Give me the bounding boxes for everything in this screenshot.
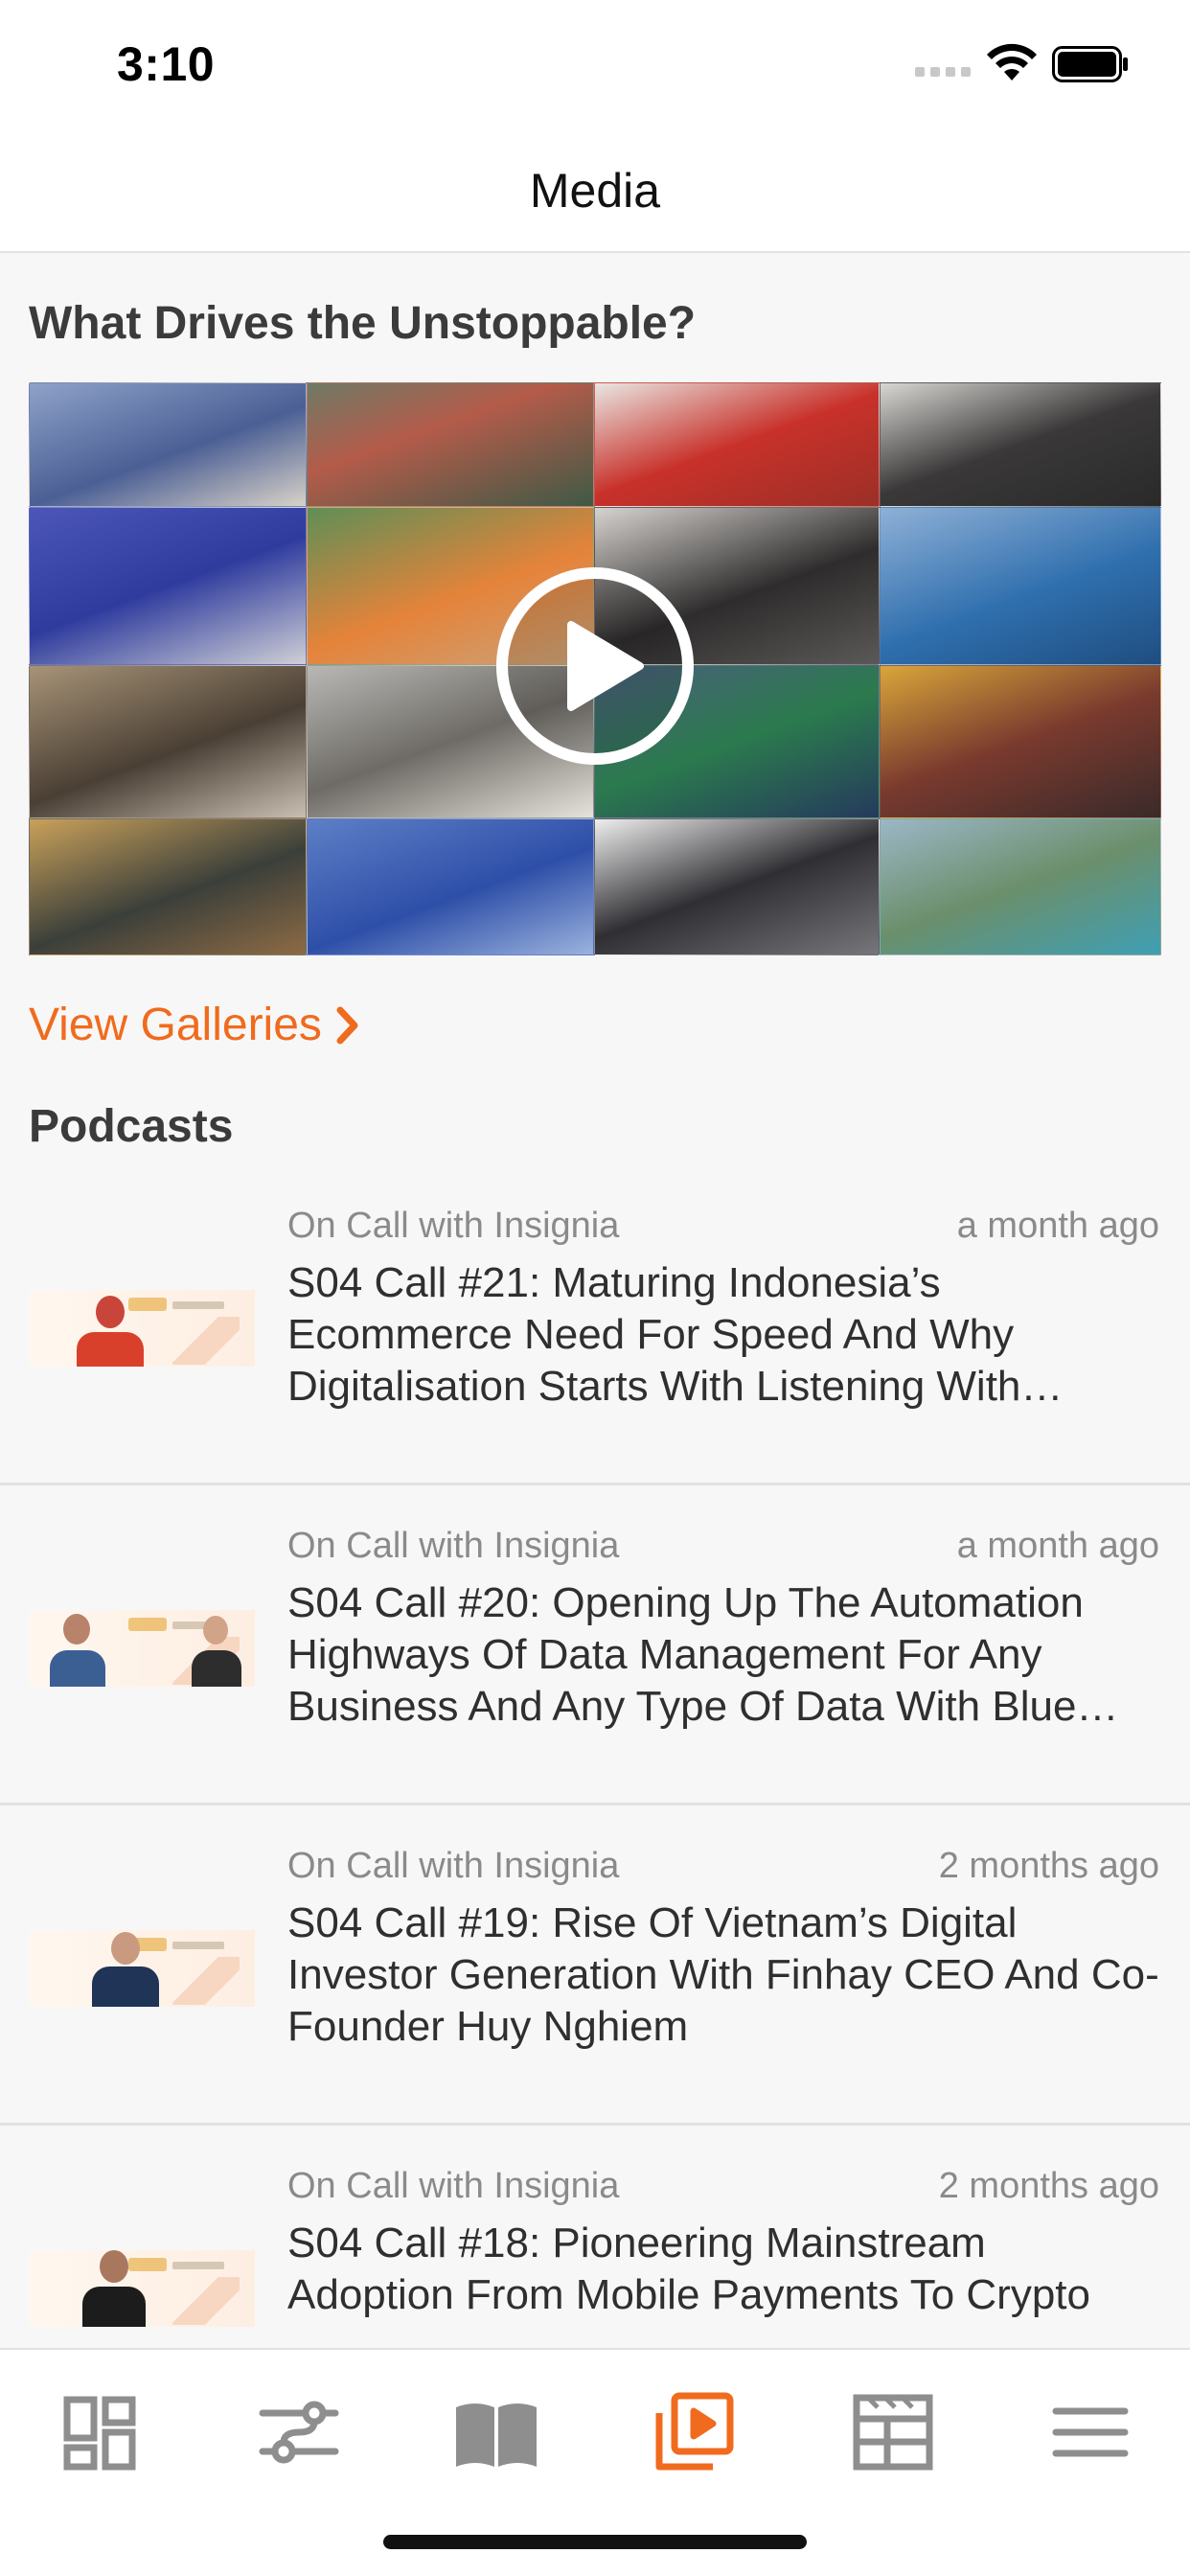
cellular-signal-icon [915,67,971,77]
podcast-item[interactable]: On Call with Insignia a month ago S04 Ca… [0,1165,1190,1485]
media-content[interactable]: What Drives the Unstoppable? View Galler… [0,255,1190,2348]
podcast-title: S04 Call #18: Pioneering Mainstream Adop… [287,2220,1090,2318]
chevron-right-icon [336,1006,358,1044]
tab-sliders[interactable] [255,2388,343,2476]
featured-video-title: What Drives the Unstoppable? [29,298,697,349]
tab-media[interactable] [650,2388,738,2476]
featured-video-thumbnail[interactable] [29,382,1161,955]
podcast-item[interactable]: On Call with Insignia a month ago S04 Ca… [0,1485,1190,1806]
podcast-show-name: On Call with Insignia [287,1206,620,1246]
podcast-age: a month ago [956,1206,1159,1246]
tab-dashboard[interactable] [56,2388,144,2476]
menu-icon [1052,2407,1129,2457]
home-indicator[interactable] [383,2535,807,2549]
podcast-age: a month ago [956,1526,1159,1566]
view-galleries-link[interactable]: View Galleries [29,999,360,1051]
tab-menu[interactable] [1046,2388,1134,2476]
navigation-bar: Media [0,134,1190,253]
podcast-show-name: On Call with Insignia [287,2166,620,2206]
podcast-title: S04 Call #21: Maturing Indonesia’s Ecomm… [287,1259,1021,1410]
podcast-show-name: On Call with Insignia [287,1526,620,1566]
sliders-icon [259,2401,339,2464]
tab-calendar[interactable] [849,2388,937,2476]
status-time: 3:10 [117,37,216,91]
podcast-age: 2 months ago [938,2166,1159,2206]
podcast-thumbnail [29,1290,255,1367]
play-icon [567,621,644,711]
podcast-age: 2 months ago [938,1846,1159,1886]
tab-library[interactable] [452,2388,540,2476]
podcast-thumbnail [29,1610,255,1687]
calendar-board-icon [853,2394,933,2471]
page-title: Media [529,164,661,218]
play-button[interactable] [496,567,694,765]
status-bar: 3:10 [0,0,1190,134]
podcast-thumbnail [29,1930,255,2007]
podcast-item[interactable]: On Call with Insignia 2 months ago S04 C… [0,2126,1190,2348]
podcast-list: On Call with Insignia a month ago S04 Ca… [0,1165,1190,2348]
podcast-thumbnail [29,2250,255,2327]
view-galleries-label: View Galleries [29,1000,322,1050]
podcasts-heading: Podcasts [29,1101,234,1152]
podcast-title: S04 Call #19: Rise Of Vietnam’s Digital … [287,1899,1159,2050]
media-play-icon [655,2392,734,2471]
podcast-show-name: On Call with Insignia [287,1846,620,1886]
podcast-title: S04 Call #20: Opening Up The Automation … [287,1579,1084,1730]
battery-icon [1052,46,1128,82]
dashboard-icon [63,2396,136,2471]
wifi-icon [987,43,1037,80]
book-icon [456,2404,537,2467]
podcast-item[interactable]: On Call with Insignia 2 months ago S04 C… [0,1806,1190,2126]
